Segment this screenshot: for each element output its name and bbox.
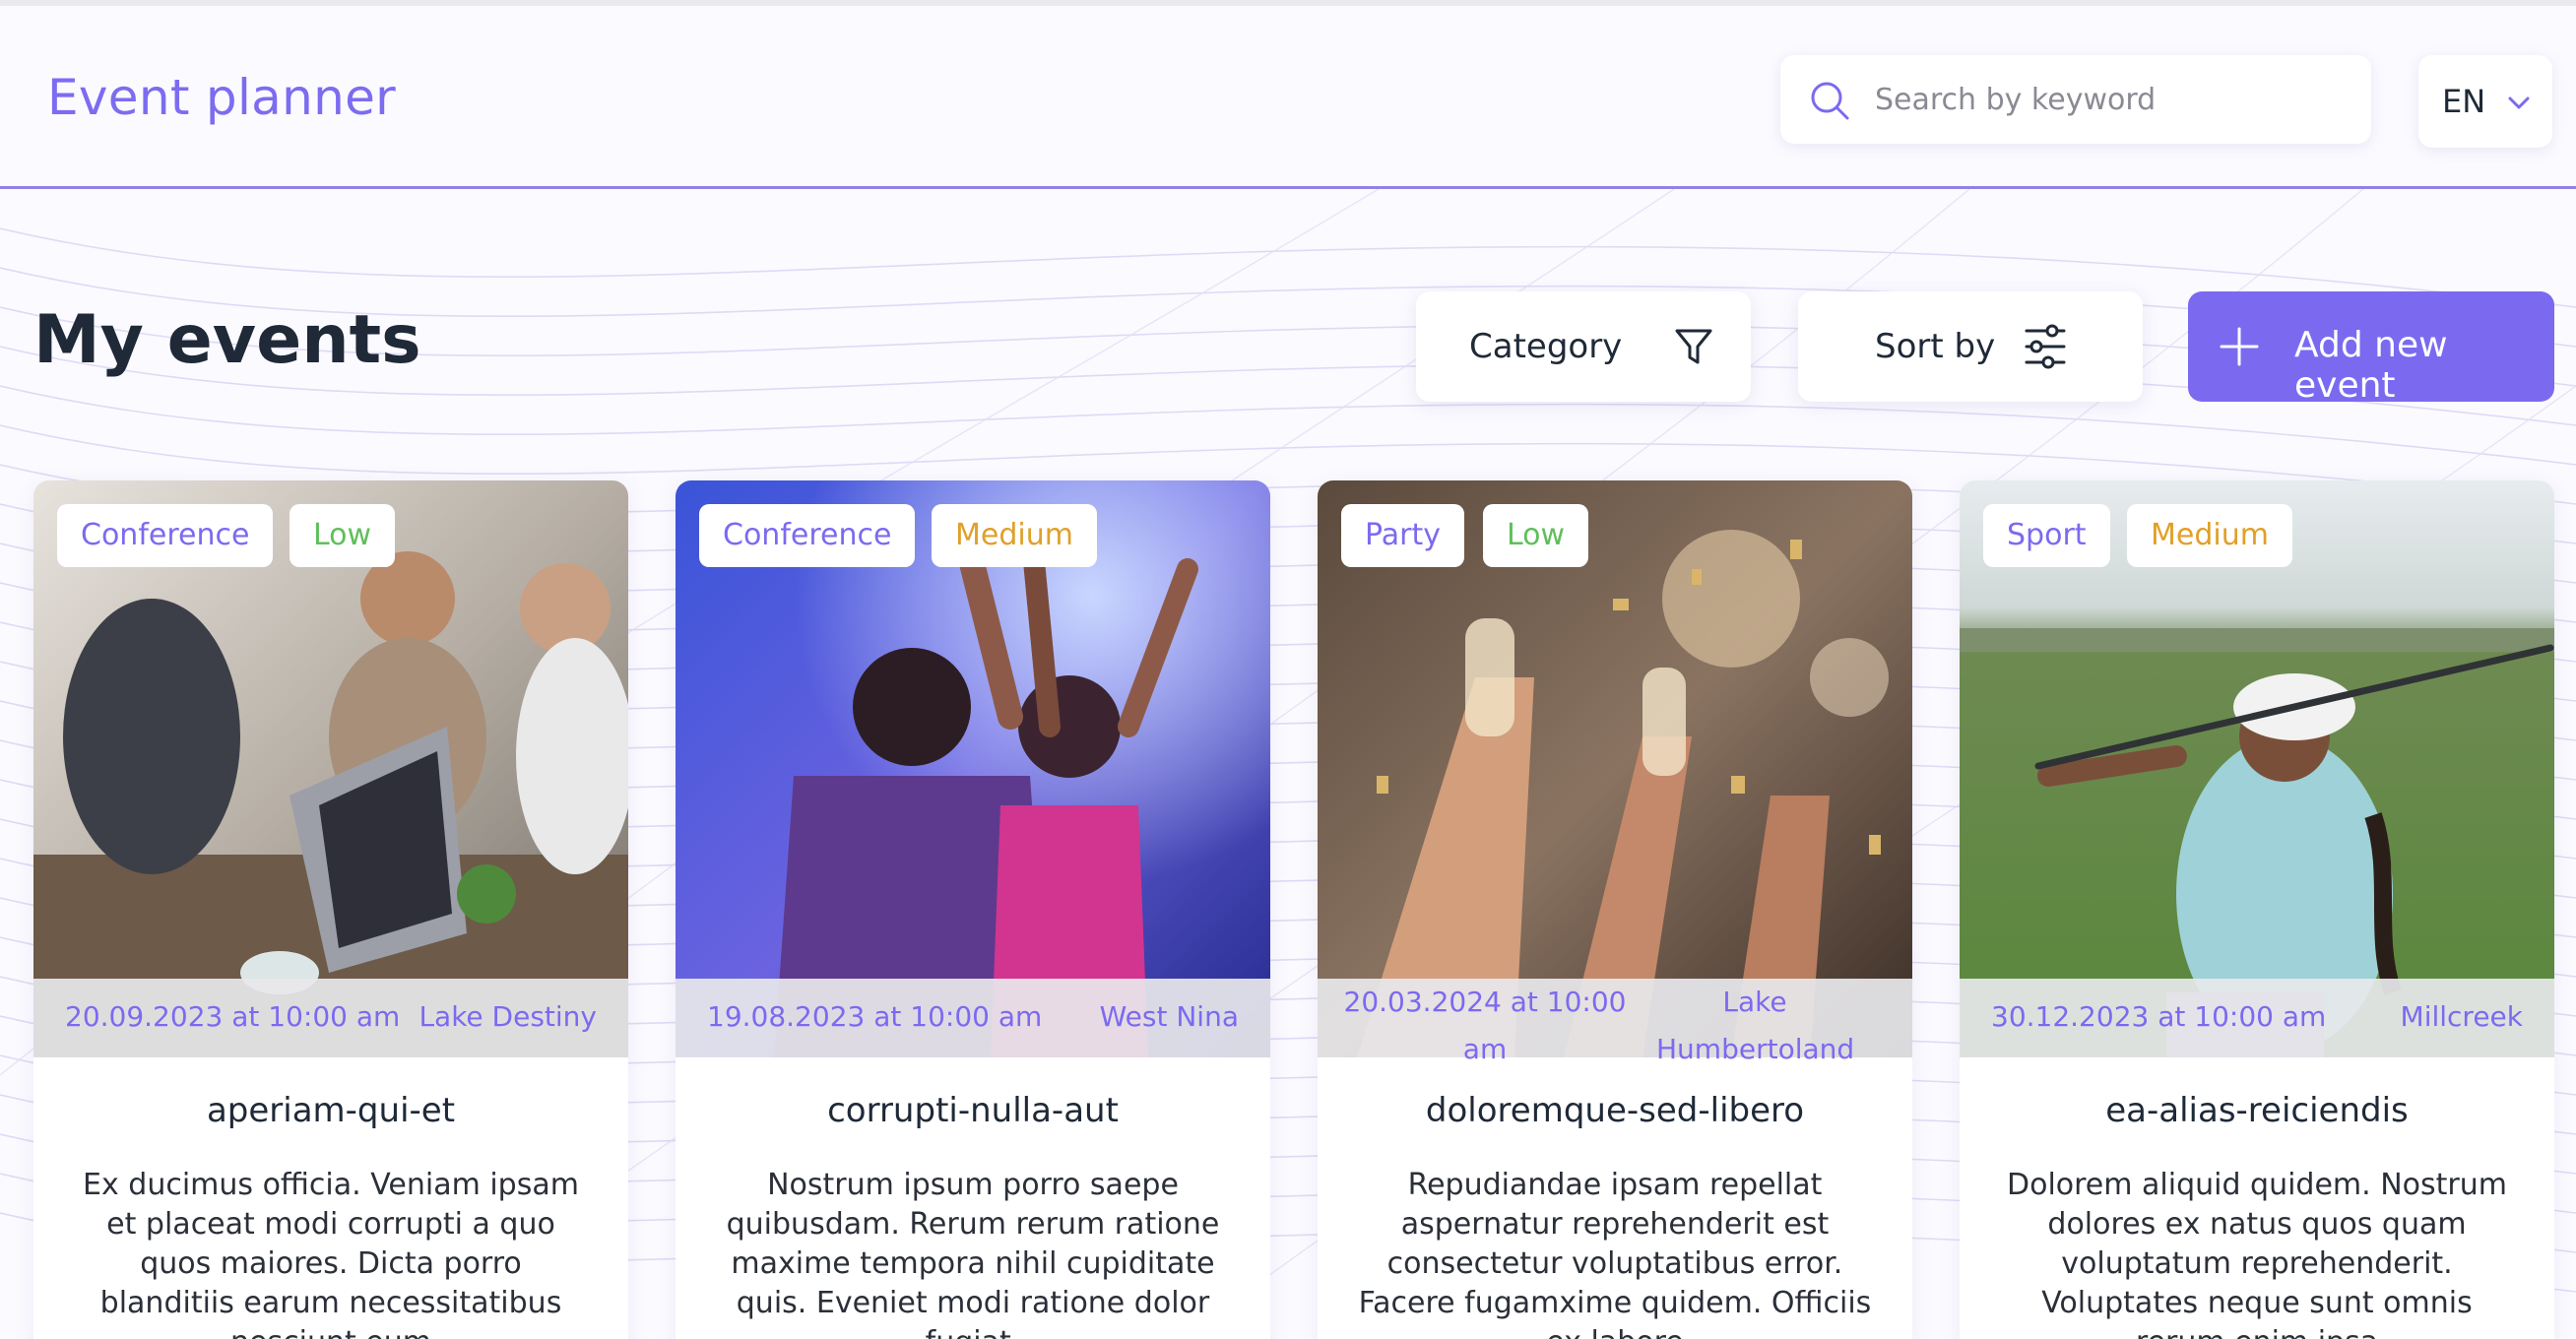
top-header: Event planner EN	[0, 6, 2576, 189]
search-box[interactable]	[1780, 55, 2371, 144]
category-badge: Party	[1341, 504, 1464, 567]
language-selected: EN	[2442, 83, 2486, 120]
category-filter-button[interactable]: Category	[1416, 291, 1751, 402]
event-meta: 30.12.2023 at 10:00 am Millcreek	[1960, 979, 2554, 1057]
sort-by-button[interactable]: Sort by	[1798, 291, 2143, 402]
event-description: Nostrum ipsum porro saepe quibusdam. Rer…	[726, 1168, 1220, 1339]
page-title: My events	[33, 301, 421, 379]
sliders-icon	[2025, 324, 2066, 369]
event-meta: 19.08.2023 at 10:00 am West Nina	[676, 979, 1270, 1057]
chevron-down-icon	[2508, 96, 2530, 109]
event-date: 30.12.2023 at 10:00 am	[1991, 1000, 2327, 1033]
event-date: 20.09.2023 at 10:00 am	[65, 1000, 401, 1033]
add-new-event-label: Add new event	[2294, 325, 2448, 406]
event-meta: 20.09.2023 at 10:00 am Lake Destiny	[33, 979, 628, 1057]
category-badge: Conference	[57, 504, 274, 567]
add-new-event-button[interactable]: Add new event	[2188, 291, 2554, 406]
plus-icon	[2220, 327, 2259, 366]
event-description: Repudiandae ipsam repellat aspernatur re…	[1358, 1168, 1872, 1339]
priority-badge: Low	[290, 504, 396, 567]
event-location: Lake Destiny	[419, 1000, 597, 1033]
event-title: doloremque-sed-libero	[1425, 1091, 1805, 1130]
filter-icon	[1675, 329, 1712, 364]
event-date: 19.08.2023 at 10:00 am	[707, 1000, 1043, 1033]
event-title: aperiam-qui-et	[206, 1091, 456, 1130]
event-location: Lake Humbertoland	[1656, 986, 1855, 1065]
event-title: corrupti-nulla-aut	[827, 1091, 1119, 1130]
event-meta: 20.03.2024 at 10:00 am Lake Humbertoland	[1318, 979, 1912, 1065]
category-badge: Conference	[699, 504, 916, 567]
app-logo[interactable]: Event planner	[47, 69, 396, 126]
category-badge: Sport	[1983, 504, 2110, 567]
event-location: West Nina	[1099, 1000, 1239, 1033]
sort-by-label: Sort by	[1875, 327, 1996, 366]
category-filter-label: Category	[1469, 327, 1623, 366]
event-card[interactable]: Sport Medium 30.12.2023 at 10:00 am Mill…	[1960, 480, 2554, 1339]
event-card[interactable]: Conference Medium 19.08.2023 at 10:00 am…	[676, 480, 1270, 1339]
event-card[interactable]: Conference Low 20.09.2023 at 10:00 am La…	[33, 480, 628, 1339]
language-select[interactable]: EN	[2418, 55, 2552, 148]
event-description: Ex ducimus officia. Veniam ipsam et plac…	[83, 1168, 579, 1339]
event-date: 20.03.2024 at 10:00 am	[1343, 986, 1627, 1065]
event-card[interactable]: Party Low 20.03.2024 at 10:00 am Lake Hu…	[1318, 480, 1912, 1339]
search-input[interactable]	[1875, 73, 2348, 126]
event-description: Dolorem aliquid quidem. Nostrum dolores …	[2006, 1168, 2507, 1339]
priority-badge: Low	[1483, 504, 1589, 567]
priority-badge: Medium	[932, 504, 1097, 567]
search-icon	[1811, 82, 1849, 120]
event-location: Millcreek	[2400, 1000, 2523, 1033]
event-title: ea-alias-reiciendis	[2105, 1091, 2409, 1130]
priority-badge: Medium	[2127, 504, 2292, 567]
